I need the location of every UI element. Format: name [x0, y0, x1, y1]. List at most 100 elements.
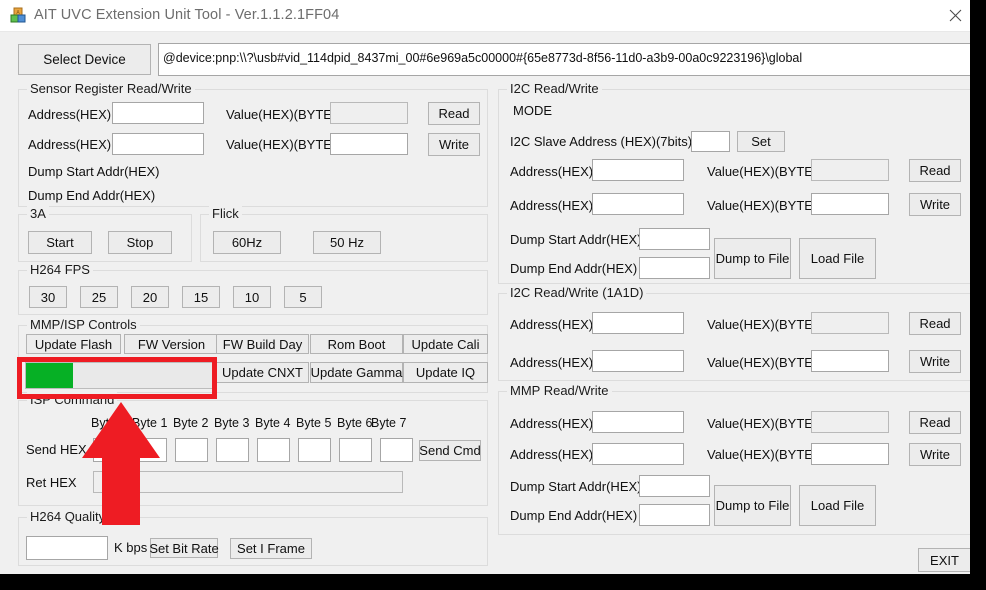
i2c-1a1d-write-button[interactable]: Write	[909, 350, 961, 373]
set-i-frame-button[interactable]: Set I Frame	[230, 538, 312, 559]
i2c-load-file-button[interactable]: Load File	[799, 238, 876, 279]
sensor-address-input-2[interactable]	[112, 133, 204, 155]
i2c-dump-end-input[interactable]	[639, 257, 710, 279]
i2c-value-input-1[interactable]	[811, 159, 889, 181]
update-cali-button[interactable]: Update Cali	[403, 334, 488, 354]
i2c-set-button[interactable]: Set	[737, 131, 785, 152]
i2c-mode-label: MODE	[513, 103, 552, 118]
i2c-address-input-1[interactable]	[592, 159, 684, 181]
mmp-address-label-2: Address(HEX)	[510, 447, 594, 462]
h264-fps-option-5[interactable]: 5	[284, 286, 322, 308]
sensor-value-input-1[interactable]	[330, 102, 408, 124]
update-gamma-button[interactable]: Update Gamma	[310, 362, 403, 383]
h264-fps-option-15[interactable]: 15	[182, 286, 220, 308]
device-path-field[interactable]: @device:pnp:\\?\usb#vid_114dpid_8437mi_0…	[158, 43, 970, 76]
i2c-address-label-1: Address(HEX)	[510, 164, 594, 179]
send-hex-label: Send HEX	[26, 442, 87, 457]
i2c-dump-end-label: Dump End Addr(HEX)	[510, 261, 638, 276]
i2c-slave-address-label: I2C Slave Address (HEX)(7bits)	[510, 134, 693, 149]
mmp-value-input-1[interactable]	[811, 411, 889, 433]
select-device-button[interactable]: Select Device	[18, 44, 151, 75]
i2c-1a1d-value-input-1[interactable]	[811, 312, 889, 334]
mmp-read-button[interactable]: Read	[909, 411, 961, 434]
i2c-1a1d-address-input-2[interactable]	[592, 350, 684, 372]
i2c-1a1d-address-label-2: Address(HEX)	[510, 355, 594, 370]
mmp-isp-controls-title: MMP/ISP Controls	[27, 317, 140, 332]
three-a-stop-button[interactable]: Stop	[108, 231, 172, 254]
sensor-write-button[interactable]: Write	[428, 133, 480, 156]
update-cnxt-button[interactable]: Update CNXT	[216, 362, 309, 383]
mmp-address-input-2[interactable]	[592, 443, 684, 465]
flick-60hz-button[interactable]: 60Hz	[213, 231, 281, 254]
fw-build-day-button[interactable]: FW Build Day	[216, 334, 309, 354]
i2c-1a1d-value-label-1: Value(HEX)(BYTE)	[707, 317, 818, 332]
h264-fps-option-20[interactable]: 20	[131, 286, 169, 308]
three-a-start-button[interactable]: Start	[28, 231, 92, 254]
i2c-title: I2C Read/Write	[507, 81, 602, 96]
application-window: A AIT UVC Extension Unit Tool - Ver.1.1.…	[0, 0, 978, 582]
exit-button[interactable]: EXIT	[918, 548, 970, 572]
mmp-value-label-1: Value(HEX)(BYTE)	[707, 416, 818, 431]
mmp-dump-end-label: Dump End Addr(HEX)	[510, 508, 638, 523]
i2c-slave-address-input[interactable]	[691, 131, 730, 152]
i2c-1a1d-value-input-2[interactable]	[811, 350, 889, 372]
i2c-read-button[interactable]: Read	[909, 159, 961, 182]
fw-version-button[interactable]: FW Version	[124, 334, 219, 354]
send-byte-input-4[interactable]	[257, 438, 290, 462]
sensor-read-button[interactable]: Read	[428, 102, 480, 125]
i2c-dump-start-label: Dump Start Addr(HEX)	[510, 232, 642, 247]
close-icon[interactable]	[932, 0, 970, 31]
i2c-dump-start-input[interactable]	[639, 228, 710, 250]
mmp-dump-start-label: Dump Start Addr(HEX)	[510, 479, 642, 494]
sensor-value-input-2[interactable]	[330, 133, 408, 155]
i2c-dump-to-file-button[interactable]: Dump to File	[714, 238, 791, 279]
send-byte-input-6[interactable]	[339, 438, 372, 462]
ret-hex-label: Ret HEX	[26, 475, 77, 490]
sensor-address-input-1[interactable]	[112, 102, 204, 124]
kbps-label: K bps	[114, 540, 148, 555]
mmp-address-label-1: Address(HEX)	[510, 416, 594, 431]
i2c-1a1d-read-button[interactable]: Read	[909, 312, 961, 335]
mmp-value-input-2[interactable]	[811, 443, 889, 465]
byte-header-3: Byte 3	[214, 416, 250, 430]
mmp-write-button[interactable]: Write	[909, 443, 961, 466]
byte-header-4: Byte 4	[255, 416, 291, 430]
i2c-value-label-1: Value(HEX)(BYTE)	[707, 164, 818, 179]
i2c-1a1d-address-input-1[interactable]	[592, 312, 684, 334]
rom-boot-button[interactable]: Rom Boot	[310, 334, 403, 354]
sensor-register-title: Sensor Register Read/Write	[27, 81, 195, 96]
mmp-load-file-button[interactable]: Load File	[799, 485, 876, 526]
i2c-1a1d-title: I2C Read/Write (1A1D)	[507, 285, 647, 300]
update-iq-button[interactable]: Update IQ	[403, 362, 488, 383]
mmp-dump-to-file-button[interactable]: Dump to File	[714, 485, 791, 526]
byte-header-6: Byte 6	[337, 416, 373, 430]
send-byte-input-3[interactable]	[216, 438, 249, 462]
mmp-dump-end-input[interactable]	[639, 504, 710, 526]
h264-fps-option-30[interactable]: 30	[29, 286, 67, 308]
mmp-address-input-1[interactable]	[592, 411, 684, 433]
update-flash-button[interactable]: Update Flash	[26, 334, 121, 354]
h264-fps-option-10[interactable]: 10	[233, 286, 271, 308]
set-bit-rate-button[interactable]: Set Bit Rate	[149, 538, 219, 558]
flick-50hz-button[interactable]: 50 Hz	[313, 231, 381, 254]
byte-header-5: Byte 5	[296, 416, 332, 430]
bitrate-input[interactable]	[26, 536, 108, 560]
blocks-icon: A	[10, 7, 27, 24]
mmp-title: MMP Read/Write	[507, 383, 612, 398]
h264-fps-option-25[interactable]: 25	[80, 286, 118, 308]
send-byte-input-2[interactable]	[175, 438, 208, 462]
i2c-value-input-2[interactable]	[811, 193, 889, 215]
i2c-write-button[interactable]: Write	[909, 193, 961, 216]
i2c-address-label-2: Address(HEX)	[510, 198, 594, 213]
send-byte-input-5[interactable]	[298, 438, 331, 462]
send-byte-input-7[interactable]	[380, 438, 413, 462]
send-cmd-button[interactable]: Send Cmd	[419, 440, 481, 461]
annotation-highlight-rect	[17, 357, 217, 399]
byte-header-2: Byte 2	[173, 416, 209, 430]
byte-header-7: Byte 7	[371, 416, 407, 430]
mmp-value-label-2: Value(HEX)(BYTE)	[707, 447, 818, 462]
i2c-address-input-2[interactable]	[592, 193, 684, 215]
window-title: AIT UVC Extension Unit Tool - Ver.1.1.2.…	[34, 7, 340, 23]
sensor-address-label-1: Address(HEX)	[28, 107, 112, 122]
mmp-dump-start-input[interactable]	[639, 475, 710, 497]
